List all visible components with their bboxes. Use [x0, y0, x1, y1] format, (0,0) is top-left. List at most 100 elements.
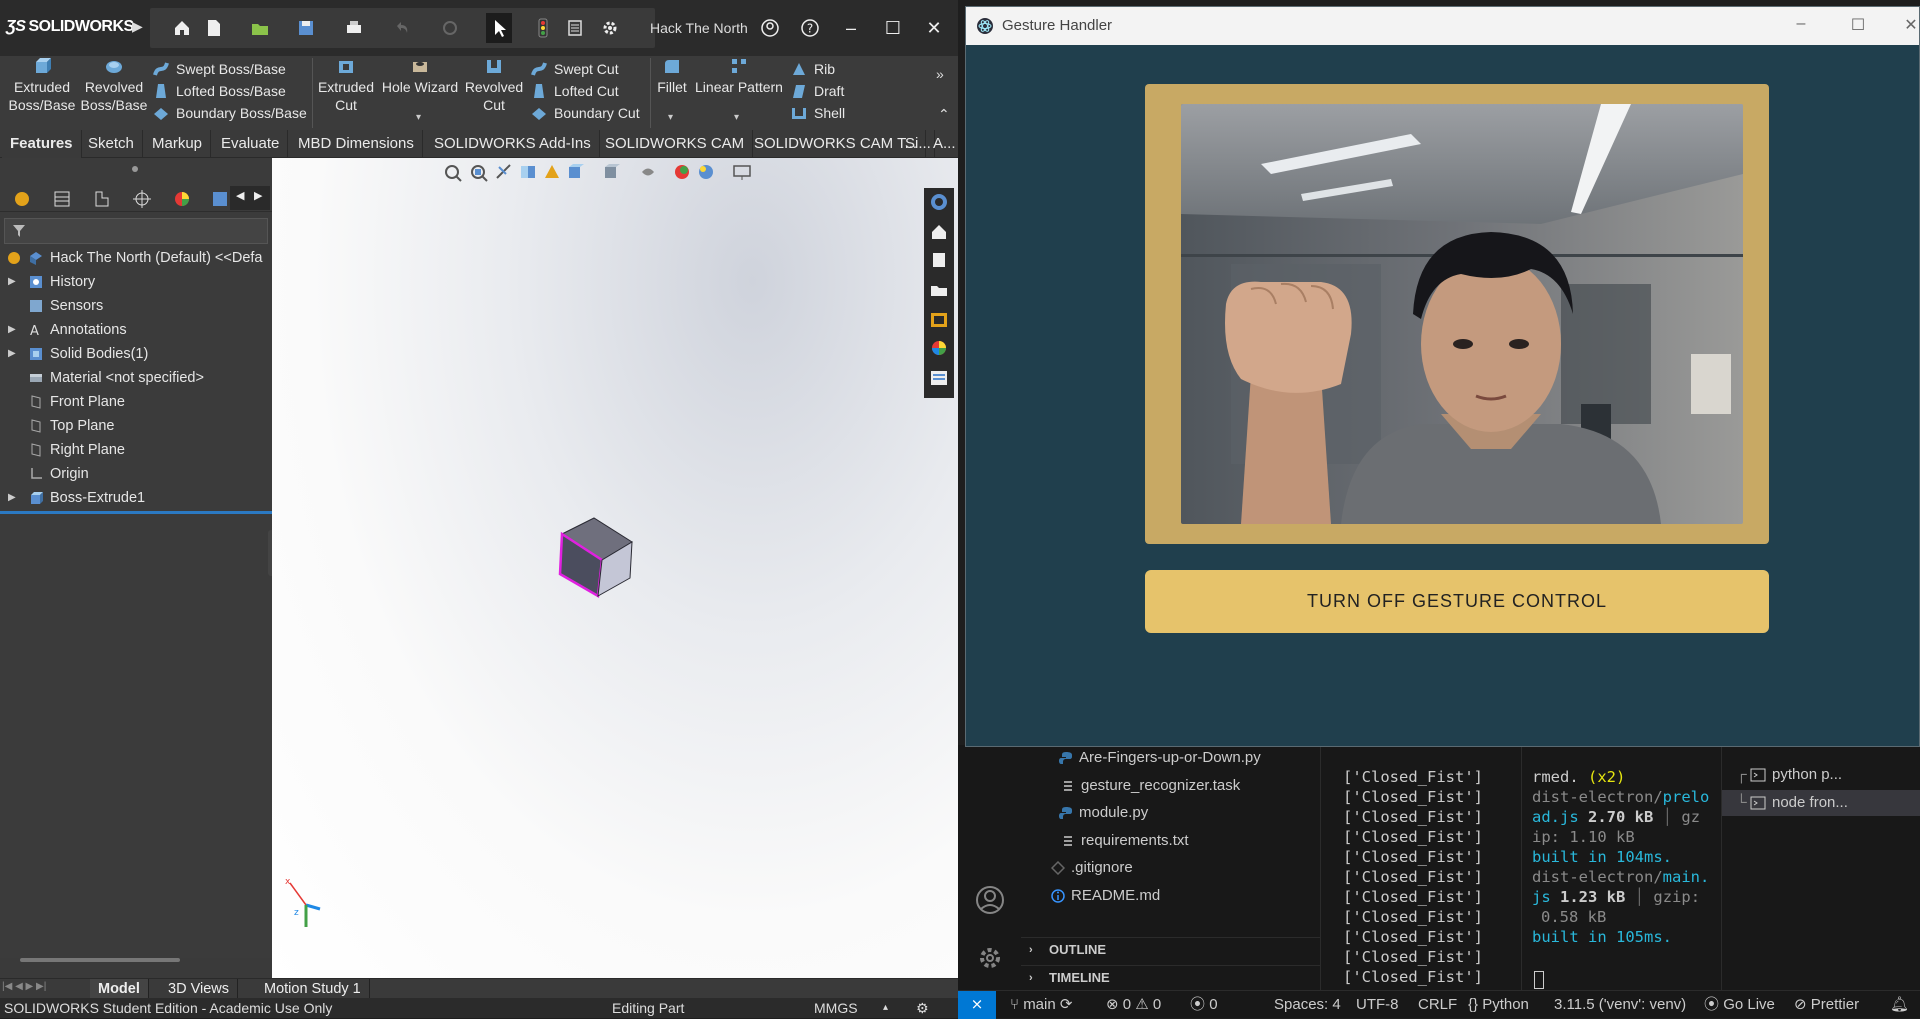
problems-indicator[interactable]: ⊗ 0 ⚠ 0 — [1106, 991, 1161, 1019]
tab-markup[interactable]: Markup — [144, 130, 212, 158]
unit-system-status[interactable]: MMGS — [814, 998, 858, 1018]
tree-item-history[interactable]: ▶ History — [0, 270, 272, 294]
fillet-button[interactable]: Fillet — [652, 56, 692, 96]
lofted-boss-button[interactable]: Lofted Boss/Base — [152, 80, 286, 102]
tree-item-top-plane[interactable]: Top Plane — [0, 414, 272, 438]
property-manager-icon[interactable] — [52, 189, 72, 209]
tab-sketch[interactable]: Sketch — [80, 130, 143, 158]
eol-status[interactable]: CRLF — [1418, 991, 1457, 1019]
linear-pattern-button[interactable]: Linear Pattern — [694, 56, 784, 96]
encoding-status[interactable]: UTF-8 — [1356, 991, 1399, 1019]
ribbon-collapse-icon[interactable]: ⌃ — [938, 106, 950, 123]
undo-icon[interactable] — [392, 18, 412, 38]
draft-button[interactable]: Draft — [790, 80, 844, 102]
configuration-manager-icon[interactable] — [92, 189, 112, 209]
terminal-tab-node[interactable]: └ node fron... — [1722, 790, 1920, 816]
boundary-boss-button[interactable]: Boundary Boss/Base — [152, 102, 307, 124]
go-live-button[interactable]: ⦿ Go Live — [1704, 991, 1775, 1019]
tab-3d-views[interactable]: 3D Views — [160, 979, 238, 999]
home-icon[interactable] — [172, 18, 192, 38]
options-gear-icon[interactable] — [600, 18, 620, 38]
revolved-cut-button[interactable]: Revolved Cut — [462, 56, 526, 114]
tab-model[interactable]: Model — [90, 979, 149, 999]
cam-manager-icon[interactable] — [210, 189, 230, 209]
maximize-icon[interactable]: ☐ — [883, 18, 903, 38]
display-manager-icon[interactable] — [172, 189, 192, 209]
rollback-bar[interactable] — [0, 511, 272, 514]
quick-tips-icon[interactable]: ⚙ — [916, 998, 929, 1018]
dimxpert-manager-icon[interactable] — [132, 189, 152, 209]
appearances-icon[interactable] — [929, 338, 949, 358]
custom-properties-icon[interactable] — [929, 368, 949, 388]
manage-gear-icon[interactable] — [975, 943, 1005, 973]
toggle-gesture-control-button[interactable]: TURN OFF GESTURE CONTROL — [1145, 570, 1769, 633]
notifications-bell-icon[interactable]: 🔔︎ — [1890, 991, 1909, 1019]
expand-arrow-icon[interactable]: ▶ — [8, 486, 16, 510]
tree-item-material[interactable]: Material <not specified> — [0, 366, 272, 390]
select-cursor-icon[interactable] — [486, 13, 512, 43]
swept-cut-button[interactable]: Swept Cut — [530, 58, 619, 80]
close-icon[interactable]: ✕ — [924, 18, 944, 38]
boundary-cut-button[interactable]: Boundary Cut — [530, 102, 640, 124]
tab-solidworks-add-ins[interactable]: SOLIDWORKS Add-Ins — [426, 130, 600, 158]
lofted-cut-button[interactable]: Lofted Cut — [530, 80, 619, 102]
rib-button[interactable]: Rib — [790, 58, 835, 80]
tab-motion-study-1[interactable]: Motion Study 1 — [256, 979, 370, 999]
tree-item-boss-extrude1[interactable]: ▶ Boss-Extrude1 — [0, 486, 272, 510]
new-document-icon[interactable] — [204, 18, 224, 38]
tab-mbd-dimensions[interactable]: MBD Dimensions — [290, 130, 423, 158]
tree-item-origin[interactable]: Origin — [0, 462, 272, 486]
git-branch[interactable]: ⑂ main ⟳ — [1010, 991, 1072, 1019]
extruded-boss-button[interactable]: Extruded Boss/Base — [8, 56, 76, 114]
expand-arrow-icon[interactable]: ▶ — [8, 270, 16, 294]
tree-item-front-plane[interactable]: Front Plane — [0, 390, 272, 414]
design-library-home-icon[interactable] — [929, 222, 949, 242]
graphics-viewport[interactable]: x z — [272, 158, 958, 978]
file-explorer-icon[interactable] — [929, 280, 949, 300]
accounts-icon[interactable] — [975, 885, 1005, 915]
design-library-icon[interactable] — [929, 250, 949, 270]
fillet-dropdown-icon[interactable]: ▾ — [668, 112, 673, 123]
maximize-icon[interactable]: ☐ — [1848, 15, 1868, 35]
feature-manager-icon[interactable] — [12, 189, 32, 209]
print-icon[interactable] — [344, 18, 364, 38]
terminal-node-output[interactable]: rmed. (x2) dist-electron/prelo ad.js 2.7… — [1521, 745, 1721, 990]
close-icon[interactable]: ✕ — [1901, 15, 1920, 35]
part-cube-model[interactable] — [558, 504, 648, 604]
outline-section[interactable]: › OUTLINE — [1021, 937, 1321, 961]
units-dropdown-icon[interactable]: ▴ — [883, 998, 888, 1018]
tree-item-sensors[interactable]: Sensors — [0, 294, 272, 318]
indentation-status[interactable]: Spaces: 4 — [1274, 991, 1341, 1019]
traffic-light-icon[interactable] — [533, 18, 553, 38]
minimize-icon[interactable]: – — [841, 18, 861, 38]
panel-splitter-handle[interactable] — [132, 166, 138, 172]
terminal-tab-python[interactable]: ┌ python p... — [1722, 762, 1920, 788]
file-properties-icon[interactable] — [565, 18, 585, 38]
tab-solidworks-cam[interactable]: SOLIDWORKS CAM — [597, 130, 754, 158]
ports-indicator[interactable]: ⦿ 0 — [1190, 991, 1218, 1019]
hole-wizard-dropdown-icon[interactable]: ▾ — [416, 112, 421, 123]
help-icon[interactable]: ? — [800, 18, 820, 38]
tree-item-annotations[interactable]: ▶ A Annotations — [0, 318, 272, 342]
open-document-icon[interactable] — [250, 18, 270, 38]
user-account-icon[interactable] — [760, 18, 780, 38]
tab-features[interactable]: Features — [2, 130, 82, 158]
tab-analysis[interactable]: A... — [930, 130, 959, 158]
terminal-python-output[interactable]: ['Closed_Fist'] ['Closed_Fist'] ['Closed… — [1321, 745, 1521, 990]
tab-evaluate[interactable]: Evaluate — [213, 130, 289, 158]
language-mode[interactable]: {} Python — [1468, 991, 1529, 1019]
extruded-cut-button[interactable]: Extruded Cut — [314, 56, 378, 114]
expand-arrow-icon[interactable]: ▶ — [8, 318, 16, 342]
minimize-icon[interactable]: – — [1791, 15, 1811, 33]
tree-item-right-plane[interactable]: Right Plane — [0, 438, 272, 462]
tree-horizontal-scrollbar[interactable] — [20, 958, 180, 962]
revolved-boss-button[interactable]: Revolved Boss/Base — [80, 56, 148, 114]
tab-scroll-arrows[interactable]: ◀ ▶ — [230, 186, 270, 210]
expand-arrow-icon[interactable]: ▶ — [8, 342, 16, 366]
tab-solidworks-cam-tbm[interactable]: SOLIDWORKS CAM T... — [746, 130, 927, 158]
swept-boss-button[interactable]: Swept Boss/Base — [152, 58, 286, 80]
remote-indicator-icon[interactable]: ⨯ — [958, 991, 996, 1019]
ribbon-more-icon[interactable]: » — [936, 66, 944, 82]
tab-navigation-arrows[interactable]: |◀ ◀ ▶ ▶| — [2, 981, 82, 997]
pattern-dropdown-icon[interactable]: ▾ — [734, 112, 739, 123]
